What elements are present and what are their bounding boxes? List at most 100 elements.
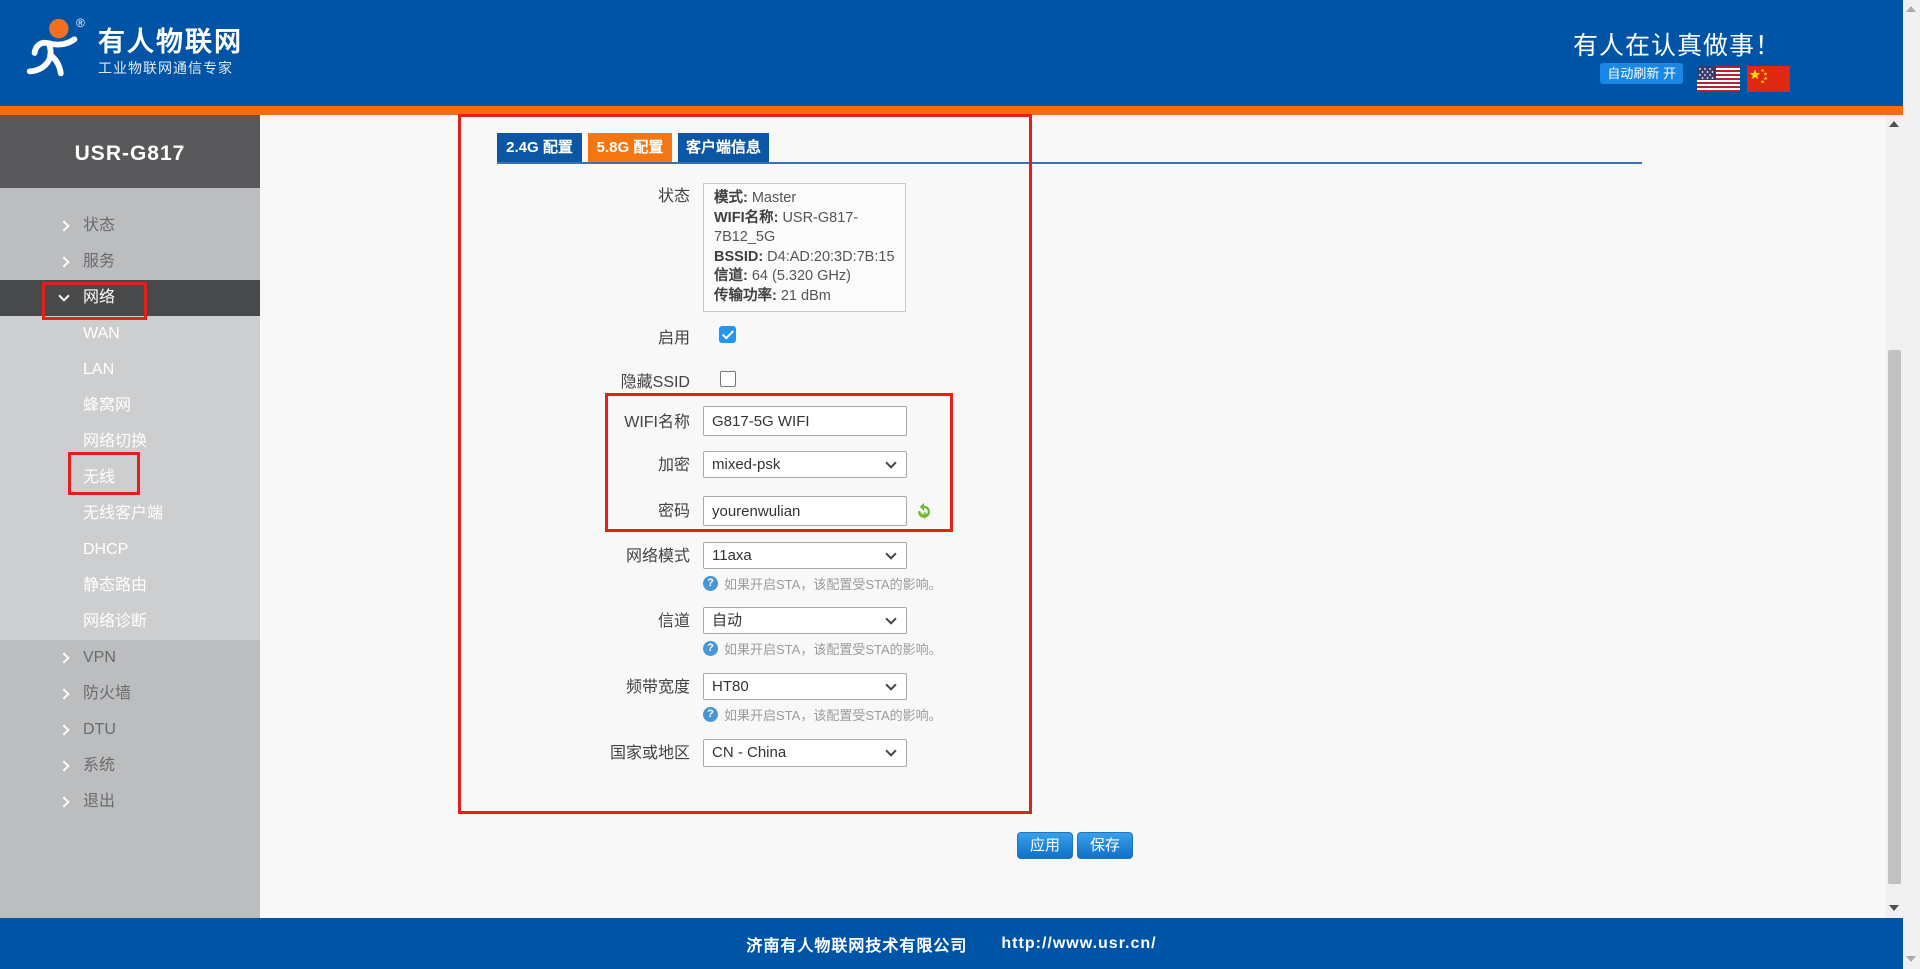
sidebar-item-label: DHCP [83,541,128,558]
sidebar-item-label: 状态 [83,217,115,234]
sidebar-item-network[interactable]: 网络 [0,280,260,316]
footer-bar: 济南有人物联网技术有限公司 http://www.usr.cn/ [0,918,1903,969]
sidebar-item-label: WAN [83,325,120,342]
sidebar-item-label: 服务 [83,253,115,270]
status-label: 状态 [430,187,690,207]
encryption-select[interactable]: mixed-psk [703,451,907,478]
tab-2.4g-config[interactable]: 2.4G 配置 [497,133,582,162]
sidebar-item-wireless-client[interactable]: 无线客户端 [0,496,260,532]
sidebar-item-network-diagnosis[interactable]: 网络诊断 [0,604,260,640]
password-refresh-icon[interactable] [915,502,933,520]
device-title: USR-G817 [0,115,260,188]
hide-ssid-label: 隐藏SSID [430,373,690,393]
chevron-right-icon [58,760,69,771]
router-admin-page: ® 有人物联网 工业物联网通信专家 有人在认真做事！ 自动刷新 开 [0,0,1920,969]
tab-underline [497,162,1642,164]
sidebar-item-wireless[interactable]: 无线 [0,460,260,496]
sidebar-item-status[interactable]: 状态 [0,208,260,244]
sidebar-menu: 状态 服务 网络 WAN LAN 蜂窝网 网络切换 无线 无线客户端 DHCP … [0,188,260,820]
chevron-down-icon [58,290,69,301]
sidebar-item-label: 网络诊断 [83,613,147,630]
us-flag-icon[interactable] [1697,66,1740,92]
header-bar: ® 有人物联网 工业物联网通信专家 有人在认真做事！ 自动刷新 开 [0,0,1903,106]
tab-client-info[interactable]: 客户端信息 [678,133,769,162]
enable-label: 启用 [430,329,690,349]
brand-title: 有人物联网 [98,20,243,59]
page-scrollbar[interactable] [1903,0,1920,969]
password-input[interactable] [703,496,907,526]
content-scrollbar[interactable] [1886,115,1903,918]
sidebar-item-label: 无线 [83,469,115,486]
chevron-down-icon [885,548,896,559]
chevron-down-icon [885,457,896,468]
brand-subtitle: 工业物联网通信专家 [98,58,233,78]
scrollbar-thumb[interactable] [1888,350,1901,884]
sidebar-item-cellular[interactable]: 蜂窝网 [0,388,260,424]
sidebar-item-label: DTU [83,721,116,738]
channel-select[interactable]: 自动 [703,607,907,634]
cn-flag-icon[interactable] [1747,66,1790,92]
net-mode-select[interactable]: 11axa [703,542,907,569]
sidebar-item-label: 网络 [83,289,115,306]
apply-button[interactable]: 应用 [1017,832,1073,859]
status-line: BSSID:D4:AD:20:3D:7B:15 [714,248,895,268]
channel-value: 自动 [712,612,742,629]
channel-label: 信道 [430,612,690,632]
wifi-status-box: 模式:Master WIFI名称:USR-G817-7B12_5G BSSID:… [703,183,906,312]
main-content: 2.4G 配置 5.8G 配置 客户端信息 状态 模式:Master WIFI名… [260,115,1886,918]
bandwidth-select[interactable]: HT80 [703,673,907,700]
footer-url-link[interactable]: http://www.usr.cn/ [1001,935,1156,953]
bandwidth-label: 频带宽度 [430,678,690,698]
registered-trademark: ® [76,16,85,30]
sidebar-item-static-route[interactable]: 静态路由 [0,568,260,604]
chevron-right-icon [58,256,69,267]
tab-5.8g-config[interactable]: 5.8G 配置 [588,133,672,162]
chevron-right-icon [58,796,69,807]
net-mode-hint: ?如果开启STA，该配置受STA的影响。 [703,574,942,593]
chevron-down-icon [885,679,896,690]
hide-ssid-checkbox[interactable] [720,371,736,387]
sidebar-item-dtu[interactable]: DTU [0,712,260,748]
country-select[interactable]: CN - China [703,739,907,767]
sidebar-item-services[interactable]: 服务 [0,244,260,280]
sidebar-item-label: 蜂窝网 [83,397,131,414]
chevron-down-icon [885,613,896,624]
sidebar-item-wan[interactable]: WAN [0,316,260,352]
chevron-right-icon [58,688,69,699]
sidebar-item-network-switch[interactable]: 网络切换 [0,424,260,460]
password-label: 密码 [430,502,690,522]
enable-checkbox[interactable] [719,326,736,343]
sidebar-item-vpn[interactable]: VPN [0,640,260,676]
channel-hint: ?如果开启STA，该配置受STA的影响。 [703,639,942,658]
question-icon: ? [703,576,718,591]
footer-company: 济南有人物联网技术有限公司 [746,932,967,956]
country-value: CN - China [712,744,786,761]
status-line: 模式:Master [714,189,895,209]
sidebar-item-lan[interactable]: LAN [0,352,260,388]
sidebar-item-logout[interactable]: 退出 [0,784,260,820]
wifi-name-input[interactable] [703,406,907,436]
chevron-right-icon [58,652,69,663]
wifi-name-label: WIFI名称 [430,413,690,433]
auto-refresh-toggle[interactable]: 自动刷新 开 [1600,63,1683,84]
country-label: 国家或地区 [430,744,690,764]
scroll-up-arrow-icon[interactable] [1906,6,1916,12]
sidebar-item-dhcp[interactable]: DHCP [0,532,260,568]
sidebar-item-system[interactable]: 系统 [0,748,260,784]
save-button[interactable]: 保存 [1077,832,1133,859]
sidebar-item-firewall[interactable]: 防火墙 [0,676,260,712]
accent-divider [0,106,1903,115]
status-line: WIFI名称:USR-G817-7B12_5G [714,209,895,248]
scroll-up-arrow-icon[interactable] [1889,121,1899,127]
network-submenu: WAN LAN 蜂窝网 网络切换 无线 无线客户端 DHCP 静态路由 网络诊断 [0,316,260,640]
net-mode-label: 网络模式 [430,547,690,567]
scroll-down-arrow-icon[interactable] [1906,956,1916,962]
bandwidth-value: HT80 [712,678,749,695]
sidebar-item-label: VPN [83,649,116,666]
sidebar: USR-G817 状态 服务 网络 WAN LAN 蜂窝网 网络切换 无线 无线… [0,115,260,918]
status-line: 信道:64 (5.320 GHz) [714,267,895,287]
chevron-right-icon [58,220,69,231]
encryption-label: 加密 [430,456,690,476]
scroll-down-arrow-icon[interactable] [1889,905,1899,911]
sidebar-item-label: 静态路由 [83,577,147,594]
